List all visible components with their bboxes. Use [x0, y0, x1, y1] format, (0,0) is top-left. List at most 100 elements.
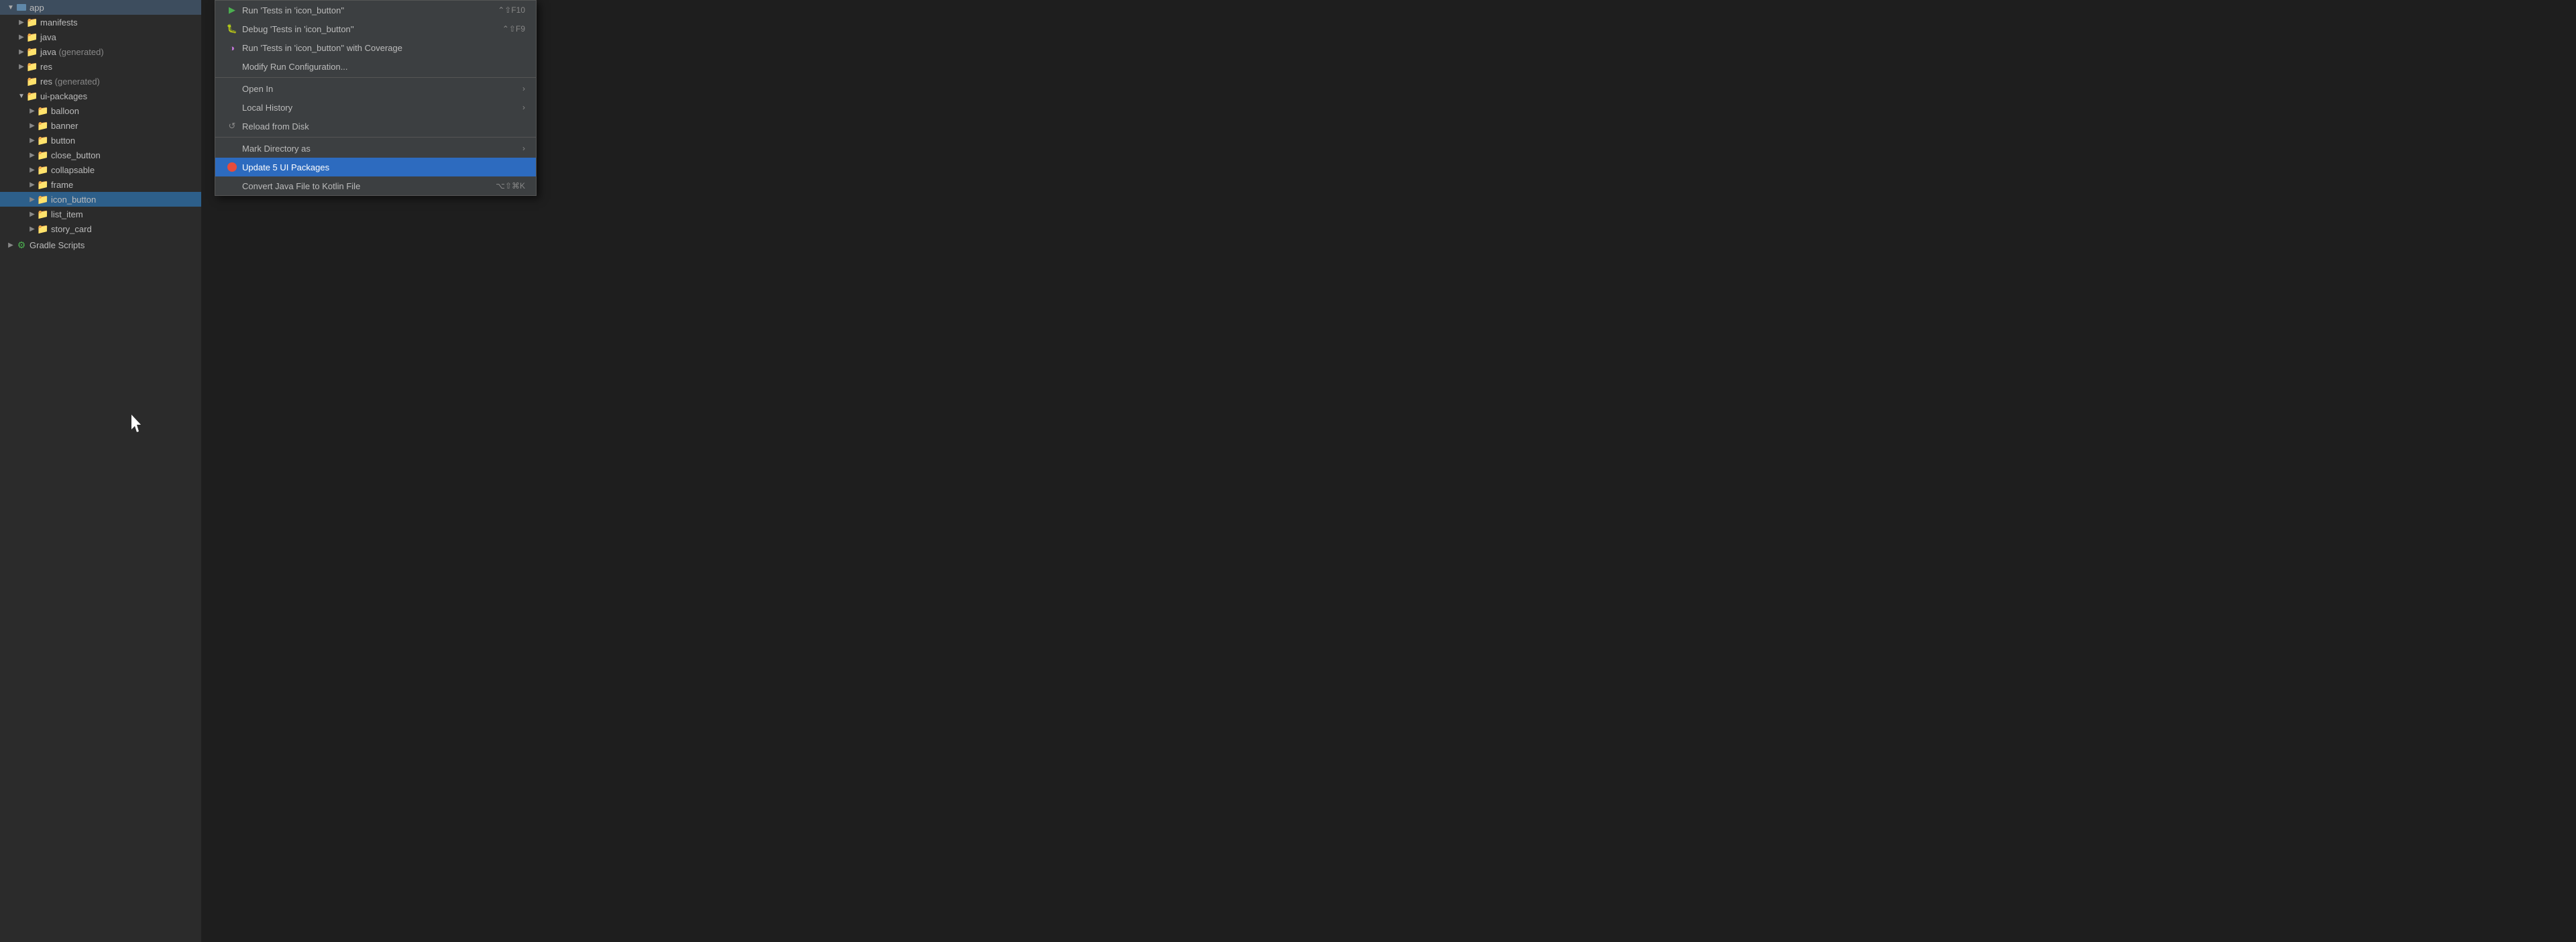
- local-history-submenu-arrow: ›: [522, 103, 525, 112]
- gradle-icon: ⚙: [16, 240, 27, 250]
- arrow-list-item: ▶: [27, 209, 38, 219]
- res-generated-suffix: (generated): [52, 76, 100, 87]
- res-label: res: [40, 62, 52, 72]
- menu-debug-tests[interactable]: 🐛 Debug 'Tests in 'icon_button'' ⌃⇧F9: [215, 19, 536, 38]
- arrow-frame: ▶: [27, 179, 38, 190]
- list-item-icon: 📁: [38, 209, 48, 219]
- context-menu[interactable]: ▶ Run 'Tests in 'icon_button'' ⌃⇧F10 🐛 D…: [215, 0, 537, 196]
- debug-icon: 🐛: [226, 23, 238, 34]
- collapsable-icon: 📁: [38, 164, 48, 175]
- tree-item-app[interactable]: ▼ app: [0, 0, 201, 15]
- banner-icon: 📁: [38, 120, 48, 131]
- menu-modify-run[interactable]: Modify Run Configuration...: [215, 57, 536, 76]
- update-packages-label: Update 5 UI Packages: [242, 162, 329, 172]
- tree-item-res-generated[interactable]: ▶ 📁 res (generated): [0, 74, 201, 89]
- app-folder-icon: [16, 2, 27, 13]
- menu-mark-directory[interactable]: Mark Directory as ›: [215, 139, 536, 158]
- run-coverage-label: Run 'Tests in 'icon_button'' with Covera…: [242, 43, 402, 53]
- menu-update-packages[interactable]: Update 5 UI Packages: [215, 158, 536, 176]
- update-icon-dot: [227, 162, 237, 172]
- arrow-gradle: ▶: [5, 240, 16, 250]
- frame-icon: 📁: [38, 179, 48, 190]
- tree-item-icon-button[interactable]: ▶ 📁 icon_button: [0, 192, 201, 207]
- balloon-icon: 📁: [38, 105, 48, 116]
- cursor-indicator: [131, 415, 148, 438]
- menu-reload-disk[interactable]: ↺ Reload from Disk: [215, 117, 536, 136]
- close-button-icon: 📁: [38, 150, 48, 160]
- menu-run-coverage[interactable]: ◑ Run 'Tests in 'icon_button'' with Cove…: [215, 38, 536, 57]
- tree-item-java-generated[interactable]: ▶ 📁 java (generated): [0, 44, 201, 59]
- menu-open-in[interactable]: Open In ›: [215, 79, 536, 98]
- tree-item-manifests[interactable]: ▶ 📁 manifests: [0, 15, 201, 30]
- icon-button-label: icon_button: [51, 195, 96, 205]
- button-label: button: [51, 136, 75, 146]
- arrow-java-generated: ▶: [16, 46, 27, 57]
- arrow-ui-packages: ▼: [16, 91, 27, 101]
- separator-2: [215, 137, 536, 138]
- arrow-banner: ▶: [27, 120, 38, 131]
- debug-tests-shortcut: ⌃⇧F9: [502, 24, 525, 34]
- collapsable-label: collapsable: [51, 165, 95, 175]
- banner-label: banner: [51, 121, 78, 131]
- convert-java-shortcut: ⌥⇧⌘K: [496, 181, 525, 191]
- tree-item-gradle[interactable]: ▶ ⚙ Gradle Scripts: [0, 238, 201, 252]
- balloon-label: balloon: [51, 106, 79, 116]
- arrow-balloon: ▶: [27, 105, 38, 116]
- mark-directory-submenu-arrow: ›: [522, 144, 525, 153]
- update-packages-icon: [226, 162, 238, 172]
- tree-item-java[interactable]: ▶ 📁 java: [0, 30, 201, 44]
- tree-item-list-item[interactable]: ▶ 📁 list_item: [0, 207, 201, 221]
- tree-item-frame[interactable]: ▶ 📁 frame: [0, 177, 201, 192]
- file-tree-sidebar[interactable]: ▼ app ▶ 📁 manifests ▶ 📁 java ▶ 📁 java (g…: [0, 0, 201, 942]
- tree-item-close-button[interactable]: ▶ 📁 close_button: [0, 148, 201, 162]
- tree-item-button[interactable]: ▶ 📁 button: [0, 133, 201, 148]
- frame-label: frame: [51, 180, 73, 190]
- arrow-manifests: ▶: [16, 17, 27, 28]
- manifests-label: manifests: [40, 17, 78, 28]
- tree-item-banner[interactable]: ▶ 📁 banner: [0, 118, 201, 133]
- run-tests-label: Run 'Tests in 'icon_button'': [242, 5, 344, 15]
- run-icon: ▶: [226, 5, 238, 15]
- separator-1: [215, 77, 536, 78]
- res-generated-label: res: [40, 76, 52, 87]
- tree-item-ui-packages[interactable]: ▼ 📁 ui-packages: [0, 89, 201, 103]
- ui-packages-label: ui-packages: [40, 91, 87, 101]
- menu-run-tests[interactable]: ▶ Run 'Tests in 'icon_button'' ⌃⇧F10: [215, 1, 536, 19]
- app-label: app: [30, 3, 44, 13]
- tree-item-collapsable[interactable]: ▶ 📁 collapsable: [0, 162, 201, 177]
- menu-convert-java[interactable]: Convert Java File to Kotlin File ⌥⇧⌘K: [215, 176, 536, 195]
- list-item-label: list_item: [51, 209, 83, 219]
- coverage-icon: ◑: [226, 43, 238, 53]
- arrow-collapsable: ▶: [27, 164, 38, 175]
- local-history-label: Local History: [242, 103, 292, 113]
- run-tests-shortcut: ⌃⇧F10: [498, 5, 525, 15]
- ui-packages-icon: 📁: [27, 91, 38, 101]
- tree-item-story-card[interactable]: ▶ 📁 story_card: [0, 221, 201, 236]
- convert-java-label: Convert Java File to Kotlin File: [242, 181, 360, 191]
- mark-directory-label: Mark Directory as: [242, 144, 311, 154]
- tree-item-balloon[interactable]: ▶ 📁 balloon: [0, 103, 201, 118]
- reload-icon: ↺: [226, 121, 238, 132]
- arrow-icon-button: ▶: [27, 194, 38, 205]
- gradle-label: Gradle Scripts: [30, 240, 85, 250]
- java-generated-label: java: [40, 47, 56, 57]
- java-generated-suffix: (generated): [56, 47, 104, 57]
- debug-tests-label: Debug 'Tests in 'icon_button'': [242, 24, 354, 34]
- story-card-label: story_card: [51, 224, 92, 234]
- icon-button-icon: 📁: [38, 194, 48, 205]
- res-icon: 📁: [27, 61, 38, 72]
- res-generated-icon: 📁: [27, 76, 38, 87]
- modify-run-label: Modify Run Configuration...: [242, 62, 348, 72]
- story-card-icon: 📁: [38, 223, 48, 234]
- java-icon: 📁: [27, 32, 38, 42]
- arrow-button: ▶: [27, 135, 38, 146]
- reload-disk-label: Reload from Disk: [242, 121, 309, 132]
- arrow-story-card: ▶: [27, 223, 38, 234]
- open-in-submenu-arrow: ›: [522, 84, 525, 93]
- main-editor-area: [201, 0, 2576, 942]
- close-button-label: close_button: [51, 150, 101, 160]
- tree-item-res[interactable]: ▶ 📁 res: [0, 59, 201, 74]
- arrow-java: ▶: [16, 32, 27, 42]
- menu-local-history[interactable]: Local History ›: [215, 98, 536, 117]
- expand-arrow-app: ▼: [5, 2, 16, 13]
